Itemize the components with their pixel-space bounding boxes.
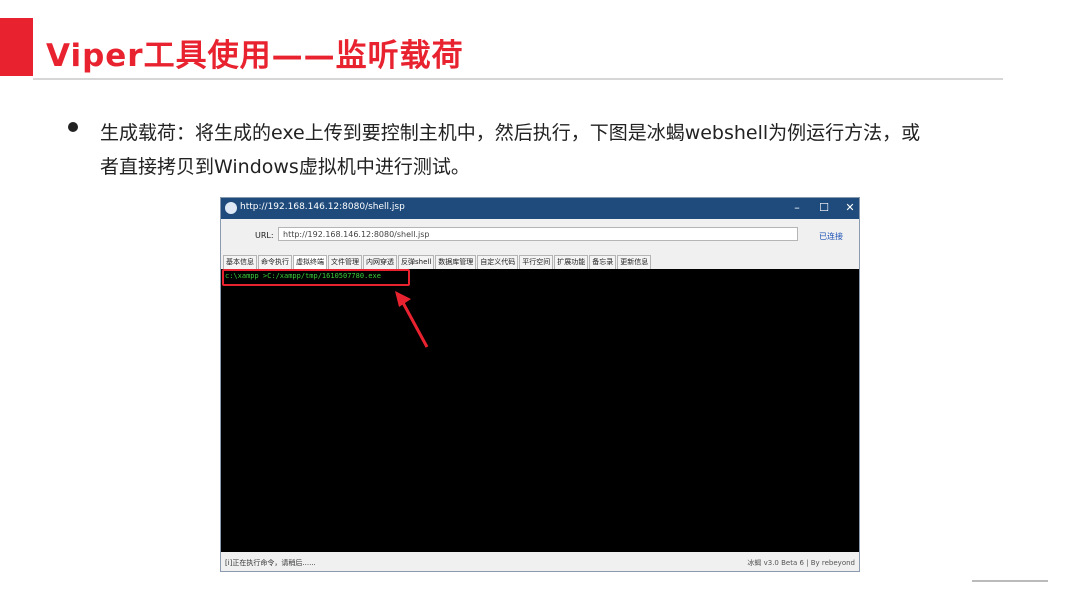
- bullet-line-1: 生成载荷：将生成的exe上传到要控制主机中，然后执行，下图是冰蝎webshell…: [100, 122, 921, 144]
- tab-update-info[interactable]: 更新信息: [617, 255, 652, 269]
- window-title: http://192.168.146.12:8080/shell.jsp: [240, 202, 405, 212]
- tab-notes[interactable]: 备忘录: [589, 255, 617, 269]
- window-titlebar[interactable]: http://192.168.146.12:8080/shell.jsp – ☐…: [221, 198, 859, 219]
- status-bar: [i]正在执行命令，请稍后...... 冰蝎 v3.0 Beta 6 | By …: [221, 554, 859, 571]
- bullet-text: 生成载荷：将生成的exe上传到要控制主机中，然后执行，下图是冰蝎webshell…: [100, 116, 980, 184]
- app-icon: [225, 202, 237, 214]
- url-row: URL: http://192.168.146.12:8080/shell.js…: [221, 219, 859, 251]
- tab-command-exec[interactable]: 命令执行: [258, 255, 292, 269]
- maximize-button[interactable]: ☐: [811, 200, 837, 216]
- url-label: URL:: [255, 231, 274, 240]
- title-accent-bar: [0, 18, 33, 76]
- footer-line: [972, 580, 1048, 582]
- tab-file-manager[interactable]: 文件管理: [328, 255, 362, 269]
- url-input[interactable]: http://192.168.146.12:8080/shell.jsp: [278, 227, 798, 241]
- minimize-button[interactable]: –: [784, 200, 810, 216]
- slide-title: Viper工具使用——监听载荷: [46, 38, 464, 74]
- connect-status-link[interactable]: 已连接: [819, 231, 843, 242]
- tab-virtual-terminal[interactable]: 虚拟终端: [293, 255, 327, 269]
- status-message: [i]正在执行命令，请稍后......: [225, 559, 316, 567]
- terminal-pane[interactable]: c:\xampp >C:/xampp/tmp/1610507780.exe: [221, 269, 859, 552]
- tab-basic-info[interactable]: 基本信息: [223, 255, 257, 269]
- tab-parallel-space[interactable]: 平行空间: [519, 255, 554, 269]
- behinder-window: http://192.168.146.12:8080/shell.jsp – ☐…: [220, 197, 860, 572]
- version-info: 冰蝎 v3.0 Beta 6 | By rebeyond: [747, 559, 855, 567]
- highlight-box: [222, 269, 410, 286]
- bullet-line-2: 者直接拷贝到Windows虚拟机中进行测试。: [100, 156, 470, 178]
- red-arrow-icon: [395, 291, 429, 348]
- close-button[interactable]: ✕: [837, 200, 863, 216]
- bullet-icon: [68, 122, 78, 132]
- tab-database[interactable]: 数据库管理: [435, 255, 477, 269]
- tab-reverse-shell[interactable]: 反弹shell: [398, 255, 435, 269]
- tab-bar: 基本信息 命令执行 虚拟终端 文件管理 内网穿透 反弹shell 数据库管理 自…: [223, 255, 652, 269]
- tab-extensions[interactable]: 扩展功能: [554, 255, 589, 269]
- tab-intranet-tunnel[interactable]: 内网穿透: [363, 255, 397, 269]
- tab-custom-code[interactable]: 自定义代码: [477, 255, 519, 269]
- title-divider: [33, 78, 1003, 80]
